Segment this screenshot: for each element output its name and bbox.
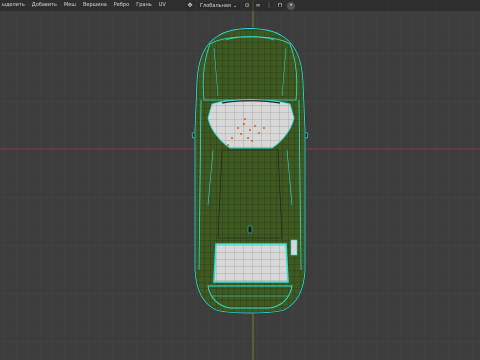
transform-pivot-icon[interactable]: ⊙ bbox=[243, 1, 252, 10]
roof-antenna bbox=[247, 225, 253, 234]
menu-edge[interactable]: Ребро bbox=[114, 0, 129, 11]
menu-select[interactable]: ыделить bbox=[2, 0, 25, 11]
menu-vertex[interactable]: Вершина bbox=[83, 0, 107, 11]
menu-mesh[interactable]: Меш bbox=[64, 0, 76, 11]
menu-add[interactable]: Добавить bbox=[32, 0, 57, 11]
car-mesh[interactable] bbox=[0, 0, 480, 360]
menu-uv[interactable]: UV bbox=[159, 0, 166, 11]
snap-icon[interactable]: ⋮ bbox=[265, 1, 274, 10]
menu-face[interactable]: Грань bbox=[136, 0, 152, 11]
proportional-edit-icon[interactable]: • bbox=[287, 1, 296, 10]
header-menu: ыделить Добавить Меш Вершина Ребро Грань… bbox=[0, 0, 166, 11]
3d-viewport[interactable]: ыделить Добавить Меш Вершина Ребро Грань… bbox=[0, 0, 480, 360]
magnet-icon[interactable]: ⊓ bbox=[276, 1, 285, 10]
transform-orientation-value: Глобальная bbox=[200, 2, 231, 9]
chevron-down-icon: ⌄ bbox=[232, 2, 238, 9]
transform-orientation-dropdown[interactable]: Глобальная ⌄ bbox=[197, 1, 241, 10]
viewport-header: ыделить Добавить Меш Вершина Ребро Грань… bbox=[0, 0, 480, 11]
header-tools: ✥ Глобальная ⌄ ⊙ ∞ ⋮ ⊓ • bbox=[186, 1, 296, 10]
transform-orientation-icon: ✥ bbox=[186, 1, 194, 10]
link-icon[interactable]: ∞ bbox=[254, 1, 263, 10]
